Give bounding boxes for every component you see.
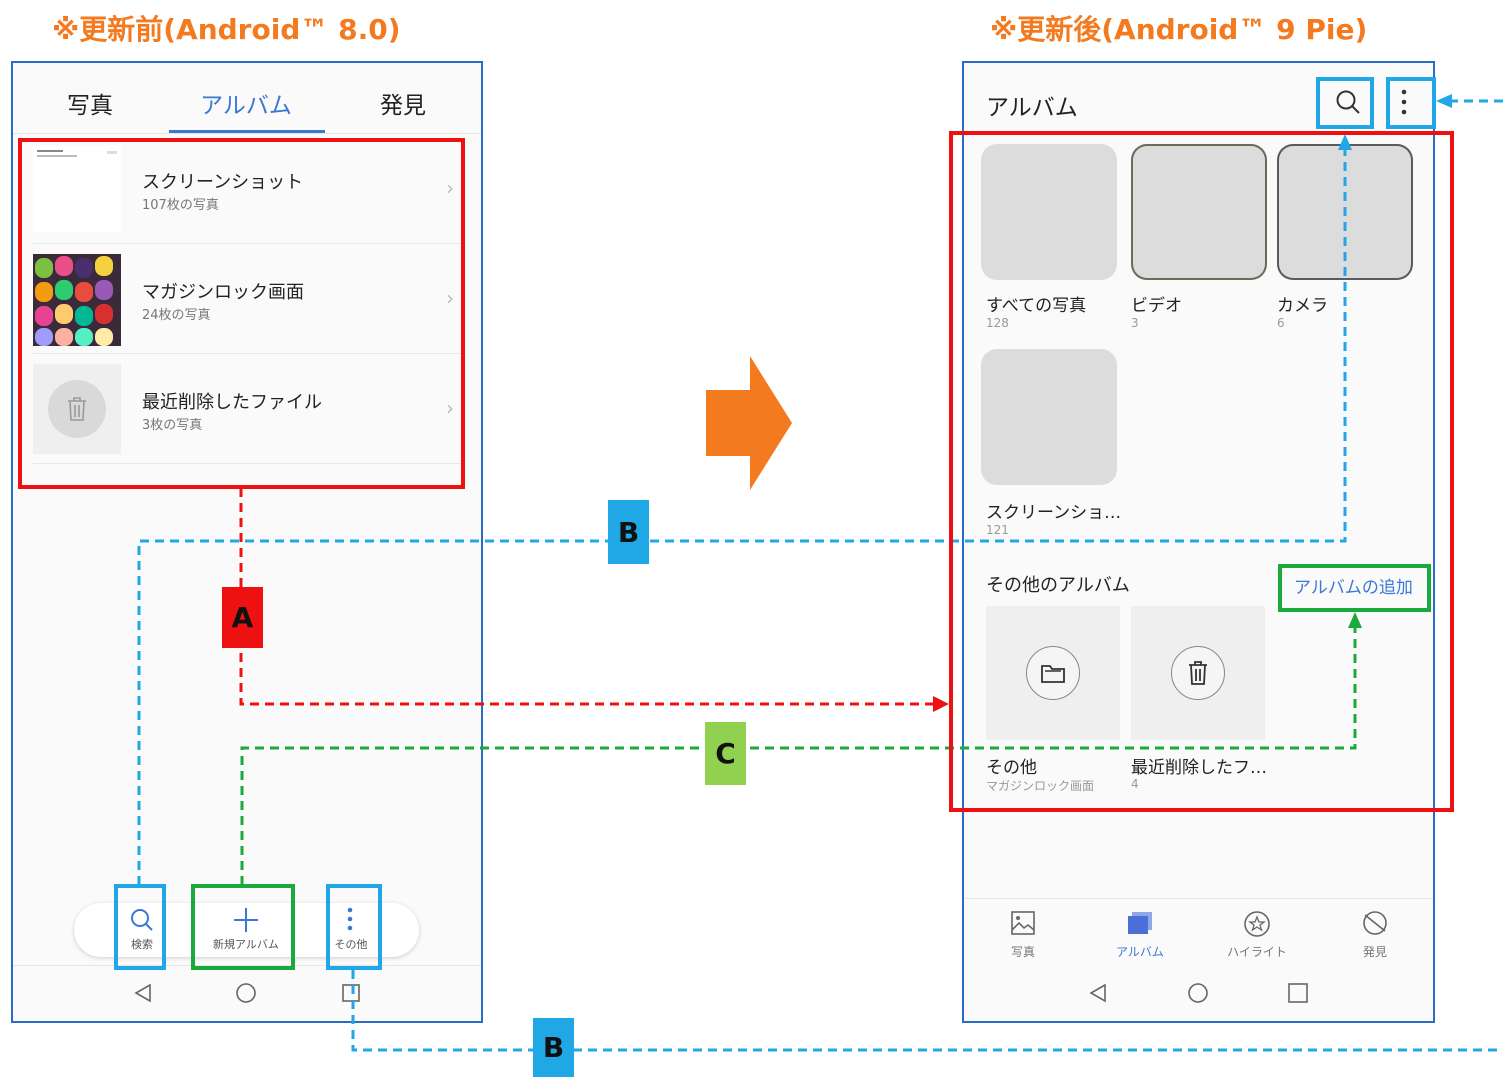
- tag-b-bottom: B: [533, 1018, 574, 1077]
- highlight-box-after-albums: [949, 131, 1454, 812]
- highlight-box-more-after: [1386, 77, 1436, 129]
- highlight-box-add-album: [1278, 564, 1431, 612]
- highlight-box-new-album: [191, 884, 295, 970]
- highlight-box-search: [114, 884, 166, 970]
- highlight-box-before-albums: [18, 138, 465, 489]
- highlight-box-more: [326, 884, 382, 970]
- highlight-box-search-after: [1316, 77, 1374, 129]
- tag-a: A: [222, 587, 263, 648]
- tag-b: B: [608, 500, 649, 564]
- tag-c: C: [705, 722, 746, 785]
